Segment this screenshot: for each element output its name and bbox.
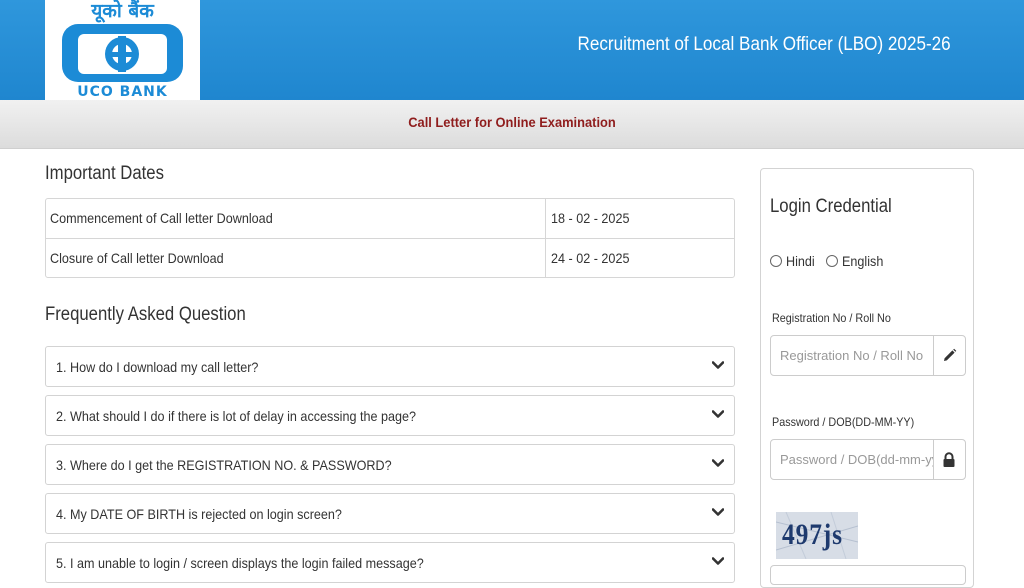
logo-hindi-text: यूको बैंक <box>91 0 154 22</box>
faq-item[interactable]: 1. How do I download my call letter? <box>45 346 735 387</box>
captcha-image: 497js <box>776 512 858 559</box>
subheader-title: Call Letter for Online Examination <box>408 114 616 130</box>
table-row: Commencement of Call letter Download 18 … <box>46 199 734 238</box>
subheader-bar: Call Letter for Online Examination <box>0 100 1024 149</box>
faq-question: 3. Where do I get the REGISTRATION NO. &… <box>56 457 392 473</box>
faq-item[interactable]: 5. I am unable to login / screen display… <box>45 542 735 583</box>
radio-button-hindi[interactable] <box>770 255 782 267</box>
logo-english-text: UCO BANK <box>77 84 168 100</box>
faq-item[interactable]: 4. My DATE OF BIRTH is rejected on login… <box>45 493 735 534</box>
date-label: Commencement of Call letter Download <box>50 210 273 226</box>
faq-question: 2. What should I do if there is lot of d… <box>56 408 417 424</box>
chevron-down-icon <box>712 361 724 369</box>
captcha-input[interactable] <box>770 565 966 585</box>
page-header-title: Recruitment of Local Bank Officer (LBO) … <box>577 34 951 55</box>
important-dates-heading: Important Dates <box>45 163 164 184</box>
table-row: Closure of Call letter Download 24 - 02 … <box>46 238 734 278</box>
lock-icon <box>943 452 955 467</box>
registration-input[interactable] <box>771 336 933 375</box>
faq-item[interactable]: 3. Where do I get the REGISTRATION NO. &… <box>45 444 735 485</box>
faq-heading: Frequently Asked Question <box>45 304 246 325</box>
date-value: 24 - 02 - 2025 <box>551 250 630 266</box>
password-input[interactable] <box>771 440 933 479</box>
registration-label: Registration No / Roll No <box>772 311 891 325</box>
date-value: 18 - 02 - 2025 <box>551 210 630 226</box>
radio-label-hindi: Hindi <box>786 253 815 269</box>
registration-addon <box>933 336 965 375</box>
uco-bank-emblem-icon <box>62 24 183 82</box>
radio-button-english[interactable] <box>826 255 838 267</box>
password-addon <box>933 440 965 479</box>
chevron-down-icon <box>712 459 724 467</box>
pencil-icon <box>944 348 957 361</box>
faq-item[interactable]: 2. What should I do if there is lot of d… <box>45 395 735 436</box>
chevron-down-icon <box>712 508 724 516</box>
registration-input-group <box>770 335 966 376</box>
captcha-text: 497js <box>782 518 843 551</box>
uco-bank-logo[interactable]: यूको बैंक UCO BANK <box>45 0 200 100</box>
faq-question: 5. I am unable to login / screen display… <box>56 555 424 571</box>
chevron-down-icon <box>712 410 724 418</box>
site-header: यूको बैंक UCO BANK Recruitment of Local … <box>0 0 1024 100</box>
password-label: Password / DOB(DD-MM-YY) <box>772 415 915 429</box>
faq-question: 1. How do I download my call letter? <box>56 359 259 375</box>
chevron-down-icon <box>712 557 724 565</box>
password-input-group <box>770 439 966 480</box>
radio-label-english: English <box>842 253 884 269</box>
table-column-divider <box>545 199 546 277</box>
important-dates-table: Commencement of Call letter Download 18 … <box>45 198 735 278</box>
date-label: Closure of Call letter Download <box>50 250 224 266</box>
faq-question: 4. My DATE OF BIRTH is rejected on login… <box>56 506 342 522</box>
login-title: Login Credential <box>770 196 892 217</box>
